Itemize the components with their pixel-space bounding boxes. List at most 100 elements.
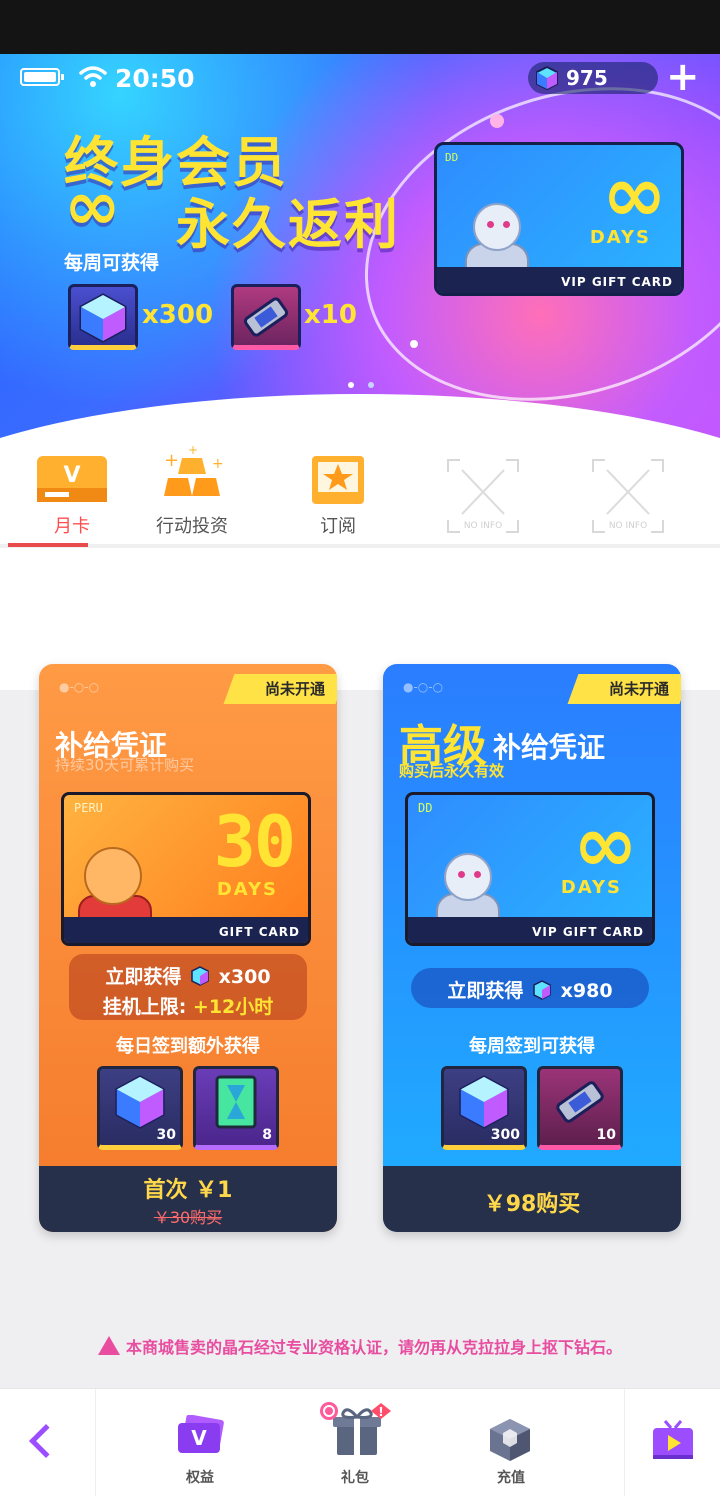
- tab-label: 行动投资: [156, 516, 228, 537]
- tab-empty-1[interactable]: NO INFO: [411, 444, 555, 548]
- nav-label: 权益: [186, 1470, 214, 1486]
- card-label: VIP GIFT CARD: [532, 925, 644, 939]
- warning-icon: [97, 1336, 120, 1355]
- reward-slot[interactable]: 300: [441, 1066, 527, 1150]
- card-tag: DD: [445, 151, 459, 164]
- gem-icon: [536, 65, 558, 91]
- card-label: GIFT CARD: [218, 925, 300, 939]
- not-activated-badge: 尚未开通: [264, 680, 325, 698]
- premium-supply-card[interactable]: ●-○-○ 尚未开通 高级 补给凭证 购买后永久有效 DD ∞ DAYS VIP…: [383, 664, 681, 1232]
- reward-slot[interactable]: 10: [537, 1066, 623, 1150]
- subscription-star-icon: [312, 456, 364, 504]
- gift-box-icon: !: [320, 1402, 391, 1455]
- gift-card-30-days: PERU 30 DAYS GIFT CARD: [61, 792, 311, 946]
- add-currency-button[interactable]: +: [666, 57, 700, 97]
- active-tab-indicator: [8, 543, 88, 547]
- nav-benefits[interactable]: V 权益: [130, 1389, 270, 1496]
- vip-gift-card: DD ∞ DAYS VIP GIFT CARD: [405, 792, 655, 946]
- svg-text:V: V: [63, 463, 80, 488]
- infinity-icon: ∞: [602, 150, 667, 240]
- reward-count: 30: [156, 1127, 176, 1143]
- price-footer[interactable]: 首次 ￥1 ￥30购买: [39, 1166, 337, 1232]
- currency-display[interactable]: 975: [528, 62, 658, 94]
- idle-value: +12小时: [192, 996, 274, 1018]
- promo-banner[interactable]: 终身会员 ∞ 永久返利 每周可获得 x300 x10 DD ∞ DAYS VIP…: [0, 54, 720, 444]
- ticket-reward-box: [231, 284, 301, 350]
- card-subtitle: 购买后永久有效: [399, 762, 505, 780]
- page-dot[interactable]: [368, 382, 374, 388]
- status-bar: 20:50 975 +: [0, 54, 720, 100]
- weekly-label: 每周签到可获得: [469, 1036, 595, 1057]
- instant-prefix: 立即获得: [447, 980, 524, 1002]
- vip-card-icon: V: [178, 1415, 224, 1453]
- battery-icon: [20, 68, 64, 86]
- gem-icon: [191, 966, 209, 986]
- notice-text-row: 本商城售卖的晶石经过专业资格认证，请勿再从克拉拉身上抠下钻石。: [0, 1334, 720, 1358]
- tab-label: 订阅: [320, 516, 356, 537]
- gem-cube-icon: [459, 1075, 509, 1130]
- clock-time: 20:50: [115, 64, 195, 93]
- back-button[interactable]: [0, 1389, 96, 1496]
- reward-slot[interactable]: 30: [97, 1066, 183, 1150]
- instant-prefix: 立即获得: [105, 966, 182, 988]
- price-footer[interactable]: ￥98购买: [383, 1166, 681, 1232]
- banner-curve: [0, 394, 720, 444]
- page-dot-active[interactable]: [348, 382, 354, 388]
- svg-text:!: !: [378, 1405, 383, 1419]
- video-button[interactable]: [624, 1389, 720, 1496]
- chevron-left-icon: [29, 1424, 63, 1458]
- cube-icon: [490, 1419, 530, 1461]
- buy-price: ￥98购买: [483, 1192, 581, 1217]
- not-activated-badge: 尚未开通: [608, 680, 669, 698]
- svg-text:V: V: [191, 1426, 207, 1450]
- card-label: VIP GIFT CARD: [561, 275, 673, 289]
- tab-subscription[interactable]: 订阅: [266, 444, 410, 548]
- ticket-icon: [243, 297, 289, 337]
- daily-label: 每日签到额外获得: [116, 1036, 260, 1057]
- category-tabs: V 月卡 + + + 行动投资 订阅 NO INFO NO INFO: [0, 444, 720, 548]
- notice-text: 本商城售卖的晶石经过专业资格认证，请勿再从克拉拉身上抠下钻石。: [125, 1338, 622, 1357]
- reward-count: 10: [596, 1127, 616, 1143]
- tv-icon: [653, 1420, 693, 1459]
- decor-dots: ●-○-○: [59, 680, 100, 694]
- svg-text:NO INFO: NO INFO: [609, 521, 647, 531]
- gem-icon: [533, 980, 551, 1000]
- reward-slot[interactable]: 8: [193, 1066, 279, 1150]
- no-info-icon: NO INFO: [592, 459, 664, 533]
- card-days: DAYS: [589, 227, 651, 248]
- original-price: ￥30购买: [153, 1208, 223, 1227]
- card-tag: DD: [418, 801, 433, 815]
- card-days: DAYS: [560, 877, 622, 898]
- first-price: 首次 ￥1: [143, 1178, 233, 1203]
- svg-text:+: +: [164, 450, 179, 471]
- infinity-icon: ∞: [64, 167, 121, 246]
- infinity-icon: ∞: [573, 800, 638, 890]
- decor-dots: ●-○-○: [403, 680, 444, 694]
- top-black-bar: [0, 0, 720, 54]
- gem-reward-qty: x300: [142, 300, 214, 330]
- nav-label: 充值: [497, 1470, 525, 1486]
- card-title: 补给凭证: [493, 731, 606, 764]
- card-number: 30: [213, 801, 296, 883]
- banner-title-line2: 永久返利: [176, 193, 400, 256]
- tab-action-investment[interactable]: + + + 行动投资: [120, 444, 264, 548]
- nav-gift-pack[interactable]: ! 礼包: [285, 1389, 425, 1496]
- instant-reward-box: 立即获得 x980: [411, 968, 649, 1008]
- svg-text:+: +: [188, 444, 198, 457]
- vip-gift-card: DD ∞ DAYS VIP GIFT CARD: [434, 142, 684, 296]
- ticket-icon: [556, 1081, 604, 1124]
- banner-subtitle: 每周可获得: [64, 252, 160, 274]
- nav-recharge[interactable]: 充值: [441, 1389, 581, 1496]
- instant-qty: x300: [218, 966, 271, 988]
- card-days: DAYS: [216, 879, 278, 900]
- gem-reward-box: [68, 284, 138, 350]
- basic-supply-card[interactable]: ●-○-○ 尚未开通 补给凭证 持续30天可累计购买 PERU 30 DAYS …: [39, 664, 337, 1232]
- gold-bars-icon: + + +: [164, 444, 224, 496]
- tab-empty-2[interactable]: NO INFO: [556, 444, 700, 548]
- no-info-icon: NO INFO: [447, 459, 519, 533]
- svg-text:NO INFO: NO INFO: [464, 521, 502, 531]
- gem-cube-icon: [79, 293, 127, 343]
- bottom-nav: V 权益 ! 礼包 充值: [0, 1388, 720, 1496]
- card-tag: PERU: [74, 801, 103, 815]
- instant-qty: x980: [560, 980, 613, 1002]
